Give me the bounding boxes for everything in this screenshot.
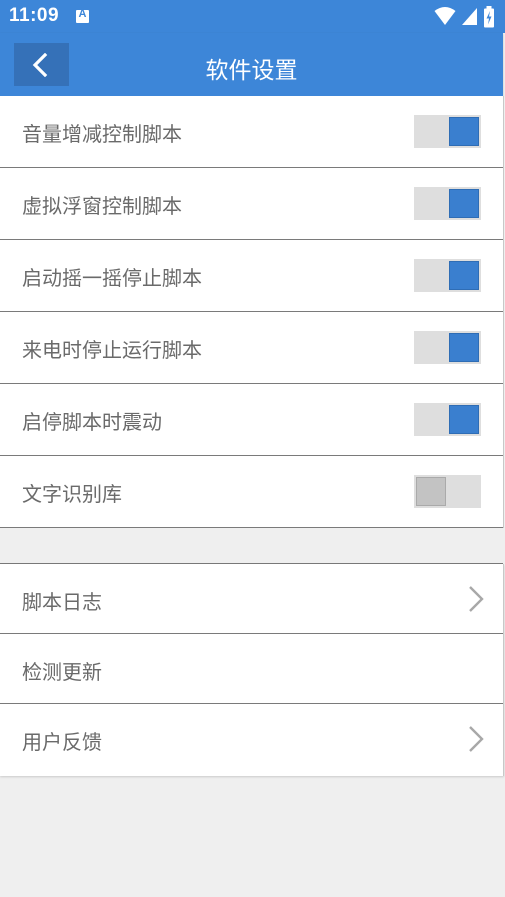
nav-item-check-update[interactable]: 检测更新 [0,634,503,704]
notification-letter: A [78,8,87,20]
nav-label: 脚本日志 [22,590,102,614]
setting-label: 启停脚本时震动 [22,410,162,434]
setting-row-ocr-library: 文字识别库 [0,456,503,528]
app-bar: 软件设置 [0,33,503,96]
setting-label: 启动摇一摇停止脚本 [22,266,202,290]
setting-row-floating-window: 虚拟浮窗控制脚本 [0,168,503,240]
section-divider [0,534,503,564]
chevron-right-icon [469,726,484,752]
floating-window-toggle[interactable] [414,187,481,220]
setting-row-volume-control: 音量增减控制脚本 [0,96,503,168]
status-bar: 11:09 A [0,0,505,33]
battery-charging-icon [484,6,494,28]
nav-label: 检测更新 [22,660,102,684]
volume-control-toggle[interactable] [414,115,481,148]
toggle-knob [416,477,446,506]
signal-icon [462,8,477,25]
setting-row-shake-stop: 启动摇一摇停止脚本 [0,240,503,312]
nav-list: 脚本日志 检测更新 用户反馈 [0,564,504,776]
nav-item-feedback[interactable]: 用户反馈 [0,704,503,776]
settings-list: 音量增减控制脚本 虚拟浮窗控制脚本 启动摇一摇停止脚本 来电时停止运行脚本 启停… [0,96,504,528]
toggle-knob [449,333,479,362]
nav-label: 用户反馈 [22,730,102,754]
ocr-library-toggle[interactable] [414,475,481,508]
notification-icon: A [76,8,89,23]
status-time: 11:09 [9,5,60,26]
vibrate-toggle[interactable] [414,403,481,436]
chevron-right-icon [469,586,484,612]
toggle-knob [449,189,479,218]
nav-item-script-log[interactable]: 脚本日志 [0,564,503,634]
toggle-knob [449,117,479,146]
setting-label: 音量增减控制脚本 [22,122,182,146]
toggle-knob [449,261,479,290]
shake-stop-toggle[interactable] [414,259,481,292]
setting-row-vibrate: 启停脚本时震动 [0,384,503,456]
toggle-knob [449,405,479,434]
setting-label: 文字识别库 [22,482,122,506]
page-title: 软件设置 [205,58,298,84]
status-icons [429,6,495,28]
call-stop-toggle[interactable] [414,331,481,364]
setting-label: 来电时停止运行脚本 [22,338,202,362]
setting-row-call-stop: 来电时停止运行脚本 [0,312,503,384]
wifi-icon [434,7,456,25]
setting-label: 虚拟浮窗控制脚本 [22,194,182,218]
